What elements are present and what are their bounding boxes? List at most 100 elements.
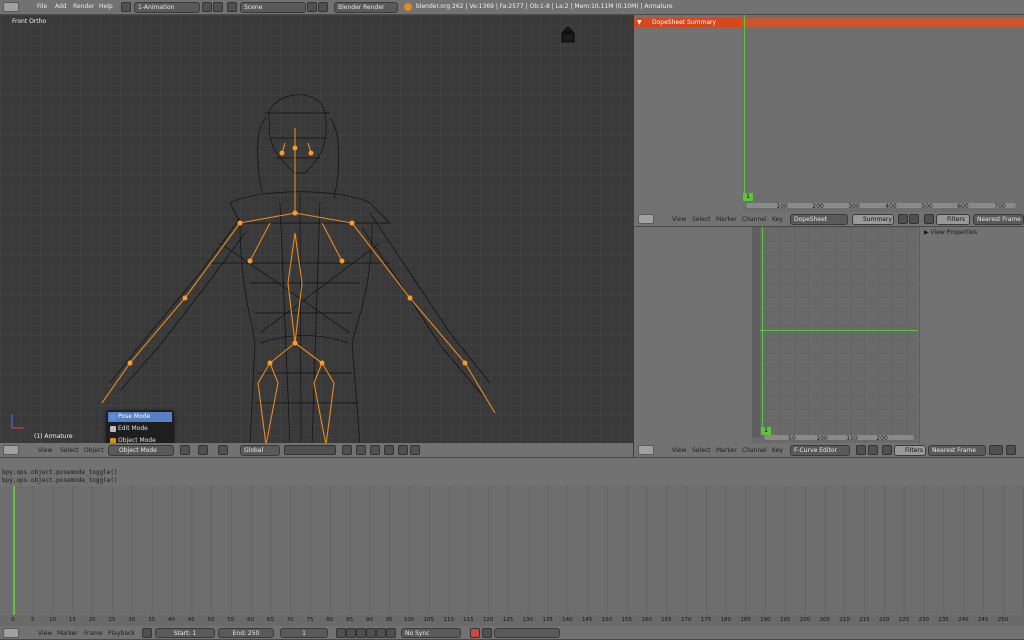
scene-icon[interactable] (227, 2, 237, 12)
filter-hidden-icon[interactable] (909, 214, 919, 224)
timeline-tick: 120 (482, 617, 494, 623)
end-frame-field[interactable]: End: 250 (218, 628, 274, 638)
next-keyframe-icon[interactable] (376, 628, 386, 638)
menu-file[interactable]: File (37, 3, 47, 10)
filters-button[interactable]: Filters (936, 214, 970, 225)
lock-icon[interactable] (342, 445, 352, 455)
timeline-area[interactable] (0, 486, 1024, 626)
pivot-icon[interactable] (989, 445, 1003, 455)
filter-errors-icon[interactable] (924, 214, 934, 224)
graph-mode-selector[interactable]: F-Curve Editor (790, 445, 850, 456)
graph-editor-area[interactable]: 1 50 100 150 200 ▶ View Properties (634, 227, 1024, 443)
graph-canvas[interactable] (752, 227, 918, 443)
layers-icon[interactable] (284, 445, 336, 455)
timeline-tick: 175 (700, 617, 712, 623)
view-properties-panel[interactable]: ▶ View Properties (924, 229, 977, 236)
editor-type-icon[interactable] (3, 2, 19, 12)
timeline-tick: 55 (227, 617, 235, 623)
dopesheet-area[interactable]: ▼ DopeSheet Summary 1 100 200 300 400 50… (634, 15, 1024, 212)
menu-key[interactable]: Key (772, 447, 783, 454)
menu-marker[interactable]: Marker (716, 447, 737, 454)
mode-selector[interactable]: Object Mode (108, 445, 174, 456)
manipulator-icon[interactable] (218, 445, 228, 455)
menu-key[interactable]: Key (772, 216, 783, 223)
jump-end-icon[interactable] (386, 628, 396, 638)
blender-logo-icon (404, 3, 412, 11)
render-icon[interactable] (384, 445, 394, 455)
camera-icon (561, 26, 575, 43)
layout-remove-icon[interactable] (213, 2, 223, 12)
current-frame-field[interactable]: 1 (280, 628, 328, 638)
scene-selector[interactable]: Scene (240, 2, 306, 13)
menu-channel[interactable]: Channel (742, 216, 767, 223)
graph-frame-cursor[interactable] (762, 227, 763, 433)
render-engine-selector[interactable]: Blender Render (334, 2, 398, 13)
menu-playback[interactable]: Playback (108, 630, 135, 637)
menu-view[interactable]: View (38, 630, 52, 637)
film-icon[interactable] (410, 445, 420, 455)
menu-marker[interactable]: Marker (57, 630, 78, 637)
summary-toggle[interactable]: Summary (852, 214, 894, 225)
menu-marker[interactable]: Marker (716, 216, 737, 223)
dopesheet-summary-channel[interactable]: ▼ DopeSheet Summary (634, 18, 742, 27)
snap-selector[interactable]: Nearest Frame (928, 445, 986, 456)
menu-render[interactable]: Render (73, 3, 94, 10)
timeline-frame-cursor[interactable] (13, 486, 15, 616)
filter-selected-icon[interactable] (898, 214, 908, 224)
menu-object[interactable]: Object (84, 447, 104, 454)
menu-select[interactable]: Select (692, 447, 711, 454)
menu-help[interactable]: Help (99, 3, 113, 10)
orientation-selector[interactable]: Global (240, 445, 280, 456)
mode-item-edit[interactable]: Edit Mode (108, 424, 172, 434)
menu-channel[interactable]: Channel (742, 447, 767, 454)
menu-view[interactable]: View (672, 216, 686, 223)
snap-icon[interactable] (356, 445, 366, 455)
menu-add[interactable]: Add (55, 3, 67, 10)
prev-keyframe-icon[interactable] (346, 628, 356, 638)
menu-frame[interactable]: Frame (84, 630, 103, 637)
editor-type-icon[interactable] (638, 445, 654, 455)
play-icon[interactable] (366, 628, 376, 638)
timeline-tick: 205 (819, 617, 831, 623)
filters-button[interactable]: Filters (894, 445, 926, 456)
layout-icon[interactable] (121, 2, 131, 12)
graph-scrollbar[interactable] (764, 435, 914, 440)
mode-item-pose[interactable]: Pose Mode (108, 412, 172, 422)
keying-set-field[interactable] (494, 628, 560, 638)
dopesheet-mode-selector[interactable]: DopeSheet (790, 214, 848, 225)
scene-add-icon[interactable] (307, 2, 317, 12)
pivot-icon[interactable] (198, 445, 208, 455)
timeline-tick: 200 (799, 617, 811, 623)
filter-selected-icon[interactable] (856, 445, 866, 455)
menu-select[interactable]: Select (692, 216, 711, 223)
ge-tick: 100 (816, 435, 828, 442)
keying-set-icon[interactable] (482, 628, 492, 638)
timeline-tick: 45 (187, 617, 195, 623)
expand-icon[interactable]: ▼ (637, 19, 642, 26)
filter-hidden-icon[interactable] (868, 445, 878, 455)
editor-type-icon[interactable] (3, 445, 19, 455)
frame-cursor[interactable] (744, 15, 745, 199)
layout-add-icon[interactable] (202, 2, 212, 12)
jump-start-icon[interactable] (336, 628, 346, 638)
editor-type-icon[interactable] (3, 628, 19, 638)
scene-remove-icon[interactable] (318, 2, 328, 12)
shading-icon[interactable] (180, 445, 190, 455)
copy-icon[interactable] (1006, 445, 1016, 455)
play-reverse-icon[interactable] (356, 628, 366, 638)
preview-range-icon[interactable] (142, 628, 152, 638)
sync-selector[interactable]: No Sync (401, 628, 461, 638)
camera-render-icon[interactable] (398, 445, 408, 455)
report-log: bpy.ops.object.posemode_toggle() bpy.ops… (0, 458, 1024, 486)
snap-target-icon[interactable] (370, 445, 380, 455)
record-icon[interactable] (470, 628, 480, 638)
menu-view[interactable]: View (38, 447, 52, 454)
menu-select[interactable]: Select (60, 447, 79, 454)
3d-viewport[interactable]: Front Ortho (1) Armature (0, 15, 633, 445)
layout-selector[interactable]: 1-Animation (134, 2, 200, 13)
snap-selector[interactable]: Nearest Frame (973, 214, 1024, 225)
editor-type-icon[interactable] (638, 214, 654, 224)
filter-errors-icon[interactable] (882, 445, 892, 455)
start-frame-field[interactable]: Start: 1 (155, 628, 215, 638)
menu-view[interactable]: View (672, 447, 686, 454)
